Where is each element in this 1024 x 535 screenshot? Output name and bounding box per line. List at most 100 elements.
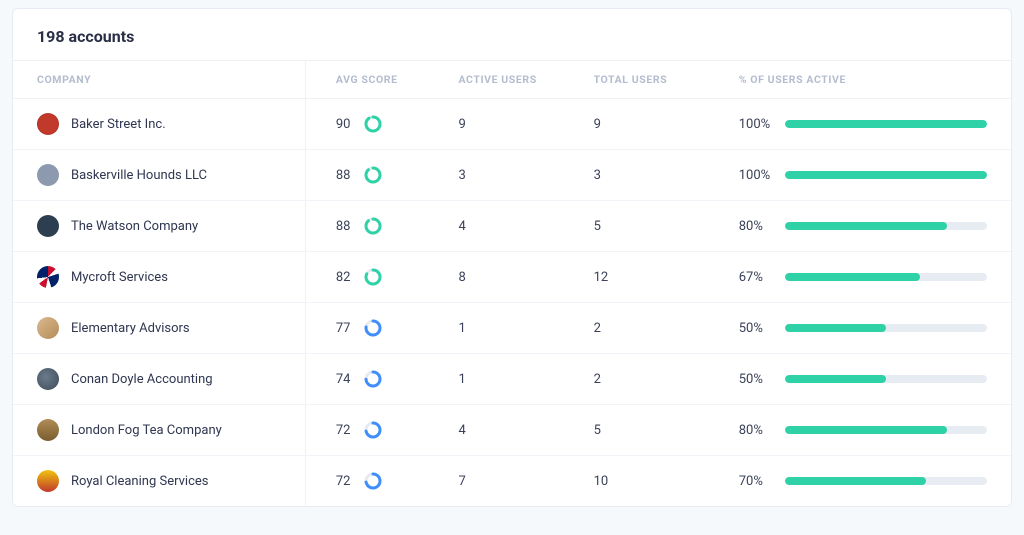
table-row[interactable]: Royal Cleaning Services7271070% xyxy=(13,456,1011,507)
pct-bar-track xyxy=(785,171,987,179)
avg-score-value: 74 xyxy=(336,372,354,387)
table-row[interactable]: Elementary Advisors771250% xyxy=(13,303,1011,354)
score-donut-icon xyxy=(364,166,382,184)
score-donut-icon xyxy=(364,421,382,439)
table-row[interactable]: Baskerville Hounds LLC 88 33 100% xyxy=(13,150,1011,201)
company-name: Elementary Advisors xyxy=(71,321,190,336)
cell-active-users: 3 xyxy=(446,150,587,201)
cell-company: Baker Street Inc. xyxy=(13,99,305,150)
score-donut-icon xyxy=(364,472,382,490)
cell-avg-score: 72 xyxy=(305,405,446,456)
company-name: Baker Street Inc. xyxy=(71,117,166,132)
col-header-company[interactable]: COMPANY xyxy=(13,61,305,99)
pct-active-label: 50% xyxy=(739,372,773,387)
company-name: The Watson Company xyxy=(71,219,198,234)
table-row[interactable]: London Fog Tea Company724580% xyxy=(13,405,1011,456)
cell-total-users: 12 xyxy=(588,252,729,303)
pct-bar-fill xyxy=(785,375,886,383)
pct-bar-track xyxy=(785,426,987,434)
pct-bar-track xyxy=(785,222,987,230)
avg-score-value: 88 xyxy=(336,219,354,234)
cell-avg-score: 74 xyxy=(305,354,446,405)
cell-company: Mycroft Services xyxy=(13,252,305,303)
pct-bar-fill xyxy=(785,171,987,179)
table-row[interactable]: The Watson Company 88 45 80% xyxy=(13,201,1011,252)
company-name: Royal Cleaning Services xyxy=(71,474,208,489)
cell-active-users: 4 xyxy=(446,201,587,252)
accounts-card: 198 accounts COMPANY AVG SCORE ACTIVE US… xyxy=(12,8,1012,507)
pct-bar-fill xyxy=(785,222,947,230)
pct-bar-fill xyxy=(785,324,886,332)
company-avatar-icon xyxy=(37,164,59,186)
cell-company: London Fog Tea Company xyxy=(13,405,305,456)
company-name: Conan Doyle Accounting xyxy=(71,372,213,387)
cell-active-users: 4 xyxy=(446,405,587,456)
cell-company: The Watson Company xyxy=(13,201,305,252)
company-avatar-icon xyxy=(37,113,59,135)
cell-total-users: 2 xyxy=(588,303,729,354)
company-avatar-icon xyxy=(37,419,59,441)
pct-active-label: 100% xyxy=(739,117,773,132)
pct-active-label: 80% xyxy=(739,219,773,234)
accounts-table: COMPANY AVG SCORE ACTIVE USERS TOTAL USE… xyxy=(13,60,1011,506)
pct-active-label: 70% xyxy=(739,474,773,489)
cell-company: Baskerville Hounds LLC xyxy=(13,150,305,201)
pct-bar-track xyxy=(785,477,987,485)
col-header-avg-score[interactable]: AVG SCORE xyxy=(305,61,446,99)
col-header-active-users[interactable]: ACTIVE USERS xyxy=(446,61,587,99)
cell-total-users: 5 xyxy=(588,201,729,252)
table-row[interactable]: Baker Street Inc. 90 99 100% xyxy=(13,99,1011,150)
pct-active-label: 67% xyxy=(739,270,773,285)
pct-active-label: 100% xyxy=(739,168,773,183)
table-row[interactable]: Mycroft Services8281267% xyxy=(13,252,1011,303)
cell-total-users: 9 xyxy=(588,99,729,150)
cell-active-users: 1 xyxy=(446,354,587,405)
cell-pct-active: 80% xyxy=(729,405,1011,456)
cell-avg-score: 88 xyxy=(305,201,446,252)
cell-pct-active: 67% xyxy=(729,252,1011,303)
cell-active-users: 1 xyxy=(446,303,587,354)
company-name: Mycroft Services xyxy=(71,270,168,285)
cell-total-users: 3 xyxy=(588,150,729,201)
company-avatar-icon xyxy=(37,470,59,492)
company-name: Baskerville Hounds LLC xyxy=(71,168,207,183)
cell-pct-active: 50% xyxy=(729,354,1011,405)
pct-bar-fill xyxy=(785,477,927,485)
pct-bar-track xyxy=(785,120,987,128)
company-avatar-icon xyxy=(37,317,59,339)
col-header-pct-active[interactable]: % OF USERS ACTIVE xyxy=(729,61,1011,99)
company-avatar-icon xyxy=(37,368,59,390)
pct-bar-track xyxy=(785,375,987,383)
pct-bar-fill xyxy=(785,120,987,128)
company-name: London Fog Tea Company xyxy=(71,423,222,438)
cell-pct-active: 80% xyxy=(729,201,1011,252)
pct-bar-track xyxy=(785,324,987,332)
cell-avg-score: 88 xyxy=(305,150,446,201)
pct-active-label: 80% xyxy=(739,423,773,438)
avg-score-value: 72 xyxy=(336,423,354,438)
cell-active-users: 7 xyxy=(446,456,587,507)
score-donut-icon xyxy=(364,217,382,235)
score-donut-icon xyxy=(364,268,382,286)
score-donut-icon xyxy=(364,370,382,388)
cell-active-users: 9 xyxy=(446,99,587,150)
col-header-total-users[interactable]: TOTAL USERS xyxy=(588,61,729,99)
card-title: 198 accounts xyxy=(13,9,1011,60)
cell-company: Conan Doyle Accounting xyxy=(13,354,305,405)
cell-pct-active: 100% xyxy=(729,150,1011,201)
avg-score-value: 72 xyxy=(336,474,354,489)
avg-score-value: 88 xyxy=(336,168,354,183)
pct-bar-fill xyxy=(785,426,947,434)
table-row[interactable]: Conan Doyle Accounting 74 12 50% xyxy=(13,354,1011,405)
cell-avg-score: 90 xyxy=(305,99,446,150)
cell-total-users: 2 xyxy=(588,354,729,405)
pct-bar-track xyxy=(785,273,987,281)
cell-pct-active: 100% xyxy=(729,99,1011,150)
pct-bar-fill xyxy=(785,273,921,281)
cell-company: Royal Cleaning Services xyxy=(13,456,305,507)
cell-active-users: 8 xyxy=(446,252,587,303)
avg-score-value: 90 xyxy=(336,117,354,132)
cell-avg-score: 72 xyxy=(305,456,446,507)
cell-pct-active: 70% xyxy=(729,456,1011,507)
pct-active-label: 50% xyxy=(739,321,773,336)
